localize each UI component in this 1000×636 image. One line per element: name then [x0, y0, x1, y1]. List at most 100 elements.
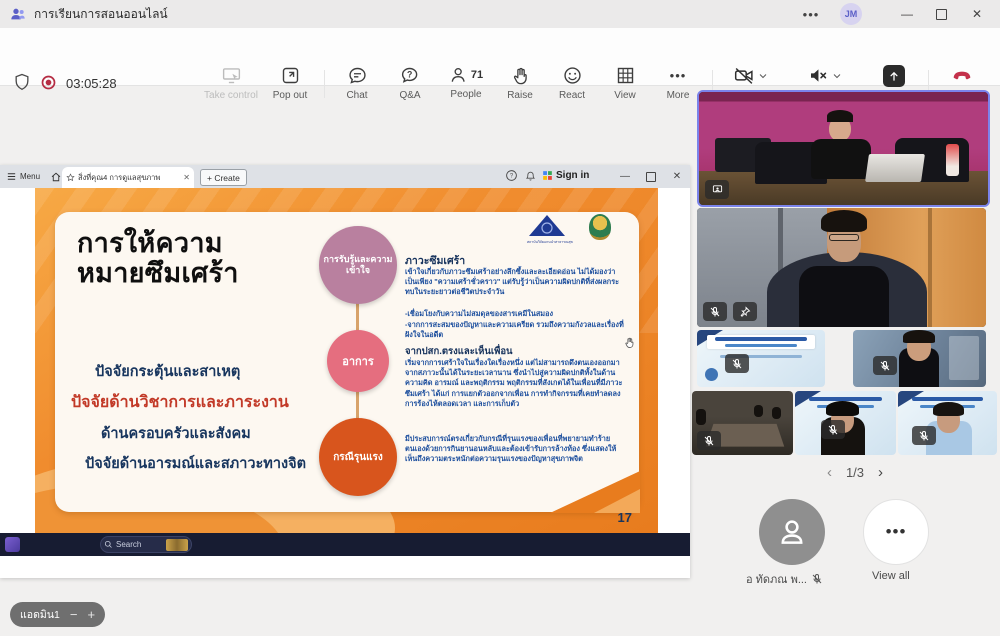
participant-video-tile[interactable] — [898, 391, 997, 455]
people-count: 71 — [471, 69, 483, 81]
browser-chrome: Menu สิ่งที่คุณ4 การดูแลสุขภาพ ✕ + Creat… — [0, 165, 690, 188]
browser-menu-label[interactable]: Menu — [20, 172, 40, 181]
hamburger-menu-icon[interactable] — [6, 171, 17, 182]
participant-video-tile[interactable] — [795, 391, 896, 455]
close-button[interactable]: ✕ — [960, 0, 994, 28]
qa-button[interactable]: ? Q&A — [388, 65, 432, 101]
mic-muted-badge — [912, 426, 936, 445]
presenter-name-label: แอดมิน1 — [20, 606, 60, 623]
tab-close-icon[interactable]: ✕ — [183, 173, 190, 182]
notification-bell-icon[interactable] — [524, 169, 537, 182]
home-icon[interactable] — [50, 171, 62, 183]
participant-name-row: อ ทัดภณ พ... — [746, 570, 823, 588]
help-icon[interactable]: ? — [505, 169, 518, 182]
participant-name: อ ทัดภณ พ... — [746, 570, 807, 588]
camera-chevron-icon[interactable] — [757, 70, 769, 82]
qa-label: Q&A — [399, 90, 420, 101]
gallery-next-icon[interactable]: › — [878, 464, 883, 481]
participant-hair — [933, 402, 964, 416]
react-button[interactable]: React — [550, 65, 594, 101]
more-button[interactable]: ••• More — [656, 65, 700, 101]
audio-muted-icon — [807, 65, 829, 86]
spotlight-badge — [705, 180, 729, 199]
more-label: More — [667, 90, 690, 101]
participant-hair — [826, 401, 859, 416]
zoom-out-button[interactable]: − — [70, 607, 78, 622]
participant-video-tile[interactable] — [692, 391, 793, 455]
speaker-body — [811, 139, 871, 179]
security-shield-icon[interactable] — [12, 72, 32, 92]
pop-out-button[interactable]: Pop out — [264, 65, 316, 101]
view-all-button[interactable]: ••• — [863, 499, 929, 565]
pin-icon — [739, 306, 751, 318]
browser-maximize-icon — [646, 172, 656, 182]
mic-chevron-icon[interactable] — [831, 70, 843, 82]
window-frame — [928, 208, 932, 327]
titlebar-more-icon[interactable]: ••• — [794, 0, 828, 28]
document-viewport: การให้ความ หมายซึมเศร้า ปัจจัยกระตุ้นและ… — [0, 188, 690, 533]
chat-label: Chat — [346, 90, 367, 101]
participant-video-tile[interactable] — [697, 330, 825, 387]
create-button[interactable]: + Create — [200, 169, 247, 186]
take-control-label: Take control — [204, 90, 258, 101]
apps-grid-icon[interactable] — [541, 169, 554, 182]
chat-icon — [347, 65, 368, 86]
zoom-in-button[interactable]: + — [87, 607, 95, 622]
teams-app-icon — [10, 6, 26, 22]
mic-muted-badge — [697, 431, 721, 450]
minimize-button[interactable]: — — [890, 0, 924, 28]
raise-hand-label: Raise — [507, 90, 533, 101]
slide-page-number: 17 — [618, 510, 632, 525]
participant-video-tile[interactable] — [853, 330, 986, 387]
svg-text:?: ? — [406, 69, 411, 79]
institute-logo-icon — [527, 214, 567, 238]
taskbar-search[interactable]: Search — [100, 536, 192, 553]
video-tumbler — [946, 144, 959, 176]
participant-video-speaker[interactable] — [697, 90, 990, 207]
sign-in-button[interactable]: Sign in — [556, 170, 589, 181]
tile-slide-text-line — [912, 397, 983, 401]
slide-logos: สถาบันวิจัยแกนนำสาธารณสุข — [527, 214, 611, 245]
participant-avatar[interactable] — [759, 499, 825, 565]
screen-zoom-pill[interactable]: แอดมิน1 − + — [10, 602, 105, 627]
user-avatar[interactable]: JM — [840, 3, 862, 25]
qa-icon: ? — [400, 65, 421, 86]
bookmark-star-icon[interactable] — [66, 173, 75, 182]
participant-video-large[interactable] — [697, 208, 986, 327]
people-button[interactable]: 71 People — [440, 65, 492, 100]
mic-off-icon — [811, 573, 823, 585]
chat-button[interactable]: Chat — [335, 65, 379, 101]
participant-hair — [903, 330, 935, 343]
speaker-hair — [827, 110, 853, 122]
mic-off-icon — [918, 430, 930, 442]
share-icon — [883, 65, 905, 87]
video-laptop — [865, 154, 925, 182]
browser-maximize[interactable] — [638, 165, 664, 188]
mic-off-icon — [703, 435, 715, 447]
raise-hand-button[interactable]: Raise — [498, 65, 542, 101]
tile-shelf — [949, 336, 979, 380]
take-control-button[interactable]: Take control — [192, 65, 270, 101]
gallery-page-indicator: 1/3 — [846, 465, 864, 480]
mic-muted-badge — [873, 356, 897, 375]
presentation-slide[interactable]: การให้ความ หมายซึมเศร้า ปัจจัยกระตุ้นและ… — [35, 188, 658, 533]
view-button[interactable]: View — [603, 65, 647, 101]
slide-right-heading: จากปสก.ตรงและเห็นเพื่อน — [405, 344, 627, 359]
camera-off-icon — [733, 65, 755, 86]
mic-muted-badge — [821, 420, 845, 439]
gallery-prev-icon[interactable]: ‹ — [827, 464, 832, 481]
browser-close[interactable]: ✕ — [664, 165, 690, 188]
window-titlebar: การเรียนการสอนออนไลน์ ••• JM — ✕ — [0, 0, 1000, 29]
meeting-room-person — [696, 409, 706, 425]
maximize-button[interactable] — [924, 0, 958, 28]
browser-minimize[interactable]: — — [612, 165, 638, 188]
pop-out-label: Pop out — [273, 90, 307, 101]
pop-out-icon — [280, 65, 301, 86]
taskbar-app-icon[interactable] — [5, 537, 20, 552]
react-label: React — [559, 90, 585, 101]
toolbar-separator — [324, 70, 325, 98]
leave-call-icon — [950, 65, 974, 86]
svg-text:?: ? — [510, 174, 514, 180]
search-icon — [104, 540, 113, 549]
browser-tab[interactable]: สิ่งที่คุณ4 การดูแลสุขภาพ ✕ — [62, 167, 194, 188]
